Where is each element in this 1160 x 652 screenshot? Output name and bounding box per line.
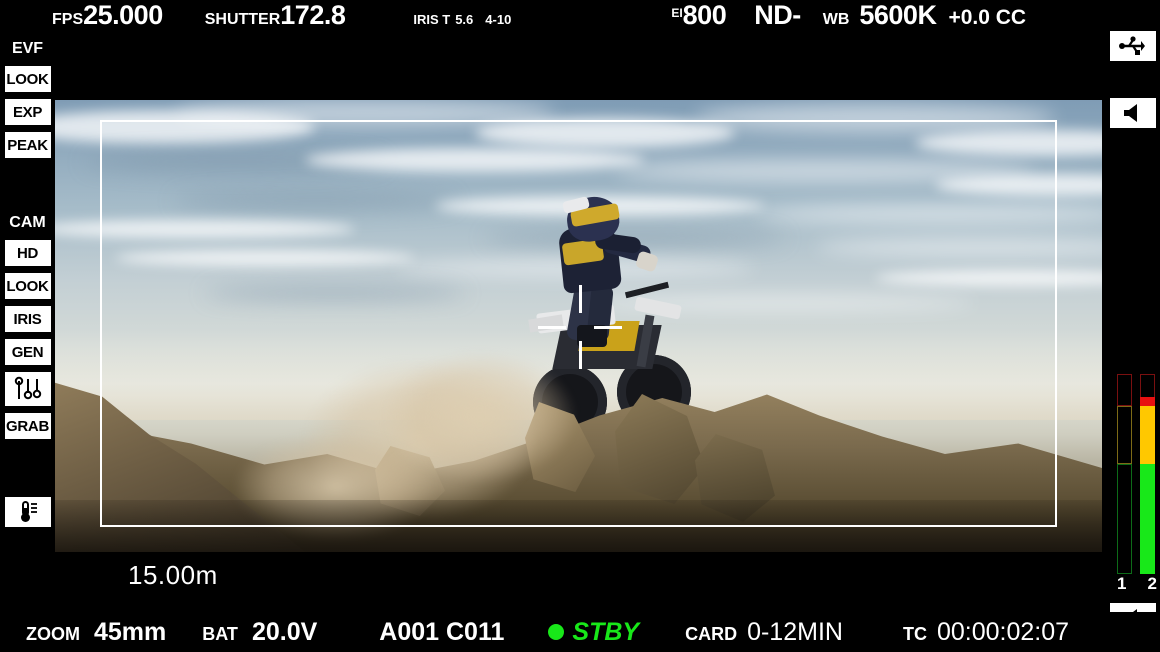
cloud [475,118,735,148]
cloud [205,286,465,300]
record-status-dot [548,624,565,640]
rider-boot [577,325,607,347]
meter2-red-peak [1140,397,1155,406]
cam-grab-button[interactable]: GRAB [4,413,51,439]
ei-status[interactable]: EI 800 [671,0,726,31]
cam-gen-button[interactable]: GEN [4,339,51,365]
battery-status[interactable]: BAT 20.0V [202,618,317,647]
audio-meter-labels: 1 2 [1117,574,1157,594]
meter2-yellow-fill [1140,406,1155,464]
card-label: CARD [685,623,738,644]
zoom-label: ZOOM [26,623,80,644]
top-status-bar: FPS 25.000 SHUTTER 172.8 IRIS T 5.6 4-10… [0,0,1160,36]
cloud [305,148,645,172]
cloud [695,104,1055,132]
meter1-green-zone [1117,464,1132,574]
evf-peak-label: PEAK [7,136,48,154]
cam-iris-label: IRIS [13,310,42,328]
nd-value: ND- [754,0,801,30]
cam-hd-button[interactable]: HD [4,240,51,266]
usb-button[interactable] [1110,31,1156,61]
wb-cc-value: +0.0 CC [948,6,1027,29]
evf-exp-label: EXP [12,103,43,121]
cam-look-label: LOOK [6,277,49,295]
thermometer-icon [20,501,37,522]
audio-meter-channel-1 [1117,374,1132,574]
cam-grab-label: GRAB [6,417,49,435]
iris-range: 4-10 [485,12,512,27]
video-feed [55,100,1102,552]
shutter-label: SHUTTER [204,11,281,28]
fps-value: 25.000 [83,0,163,30]
audio-meters: 1 2 [1117,374,1157,599]
fps-label: FPS [52,11,84,28]
zoom-status[interactable]: ZOOM 45mm [26,618,166,647]
meter2-green-fill [1140,464,1155,574]
evf-peak-button[interactable]: PEAK [4,132,51,158]
temperature-button[interactable] [4,497,51,527]
audio-channel-2-label: 2 [1147,574,1157,593]
evf-look-button[interactable]: LOOK [4,66,51,92]
fps-status[interactable]: FPS 25.000 [52,0,163,31]
timecode-label: TC [902,623,927,644]
bike-front-fender [634,296,682,320]
speaker-icon [1124,104,1137,122]
wb-status[interactable]: WB 5600K +0.0 CC [823,0,1026,31]
zoom-value: 45mm [94,617,167,646]
record-status-label: STBY [572,617,640,646]
clip-name-value: A001 C011 [379,617,505,646]
iris-status[interactable]: IRIS T 5.6 4-10 [413,12,511,27]
speaker-top-button[interactable] [1110,98,1156,128]
evf-section-title: EVF [11,40,44,57]
ei-value: 800 [682,0,727,30]
timecode-status[interactable]: TC 00:00:02:07 [903,618,1069,647]
meter1-yellow-zone [1117,406,1132,464]
cloud [175,192,455,210]
cam-sliders-button[interactable] [4,372,51,406]
camera-viewfinder: 15.00m FPS 25.000 SHUTTER 172.8 IRIS T 5… [0,0,1160,652]
cam-look-button[interactable]: LOOK [4,273,51,299]
card-value: 0-12MIN [747,617,843,646]
meter1-red-zone [1117,374,1132,406]
sliders-icon [14,376,41,400]
cam-gen-label: GEN [11,343,44,361]
ei-label: EI [671,6,683,20]
wb-label: WB [822,11,850,28]
rider-glove [634,250,660,273]
cam-iris-button[interactable]: IRIS [4,306,51,332]
shutter-value: 172.8 [280,0,346,30]
iris-label: IRIS T [413,12,451,27]
nd-status[interactable]: ND- [754,0,801,31]
evf-exp-button[interactable]: EXP [4,99,51,125]
bottom-status-bar: ZOOM 45mm BAT 20.0V A001 C011 STBY CARD … [0,612,1160,652]
wb-value: 5600K [859,0,937,30]
cloud [175,100,555,126]
left-sidebar: EVF LOOK EXP PEAK CAM HD LOOK IRIS GEN G… [0,36,55,616]
timecode-value: 00:00:02:07 [936,617,1070,646]
cam-hd-label: HD [16,244,39,262]
cloud [115,250,415,266]
card-status[interactable]: CARD 0-12MIN [685,618,843,647]
record-status[interactable]: STBY [548,618,639,647]
shutter-status[interactable]: SHUTTER 172.8 [205,0,346,31]
focus-distance-readout: 15.00m [128,560,218,590]
audio-channel-1-label: 1 [1117,574,1127,593]
usb-icon [1119,36,1145,55]
cam-section-title: CAM [9,214,46,231]
iris-value: 5.6 [455,12,474,27]
battery-label: BAT [202,623,238,644]
handlebar [624,281,670,299]
battery-value: 20.0V [251,617,318,646]
foreground-shadow [55,500,1102,552]
audio-meter-channel-2 [1140,374,1155,574]
evf-look-label: LOOK [6,70,49,88]
clip-name-status[interactable]: A001 C011 [379,618,504,647]
